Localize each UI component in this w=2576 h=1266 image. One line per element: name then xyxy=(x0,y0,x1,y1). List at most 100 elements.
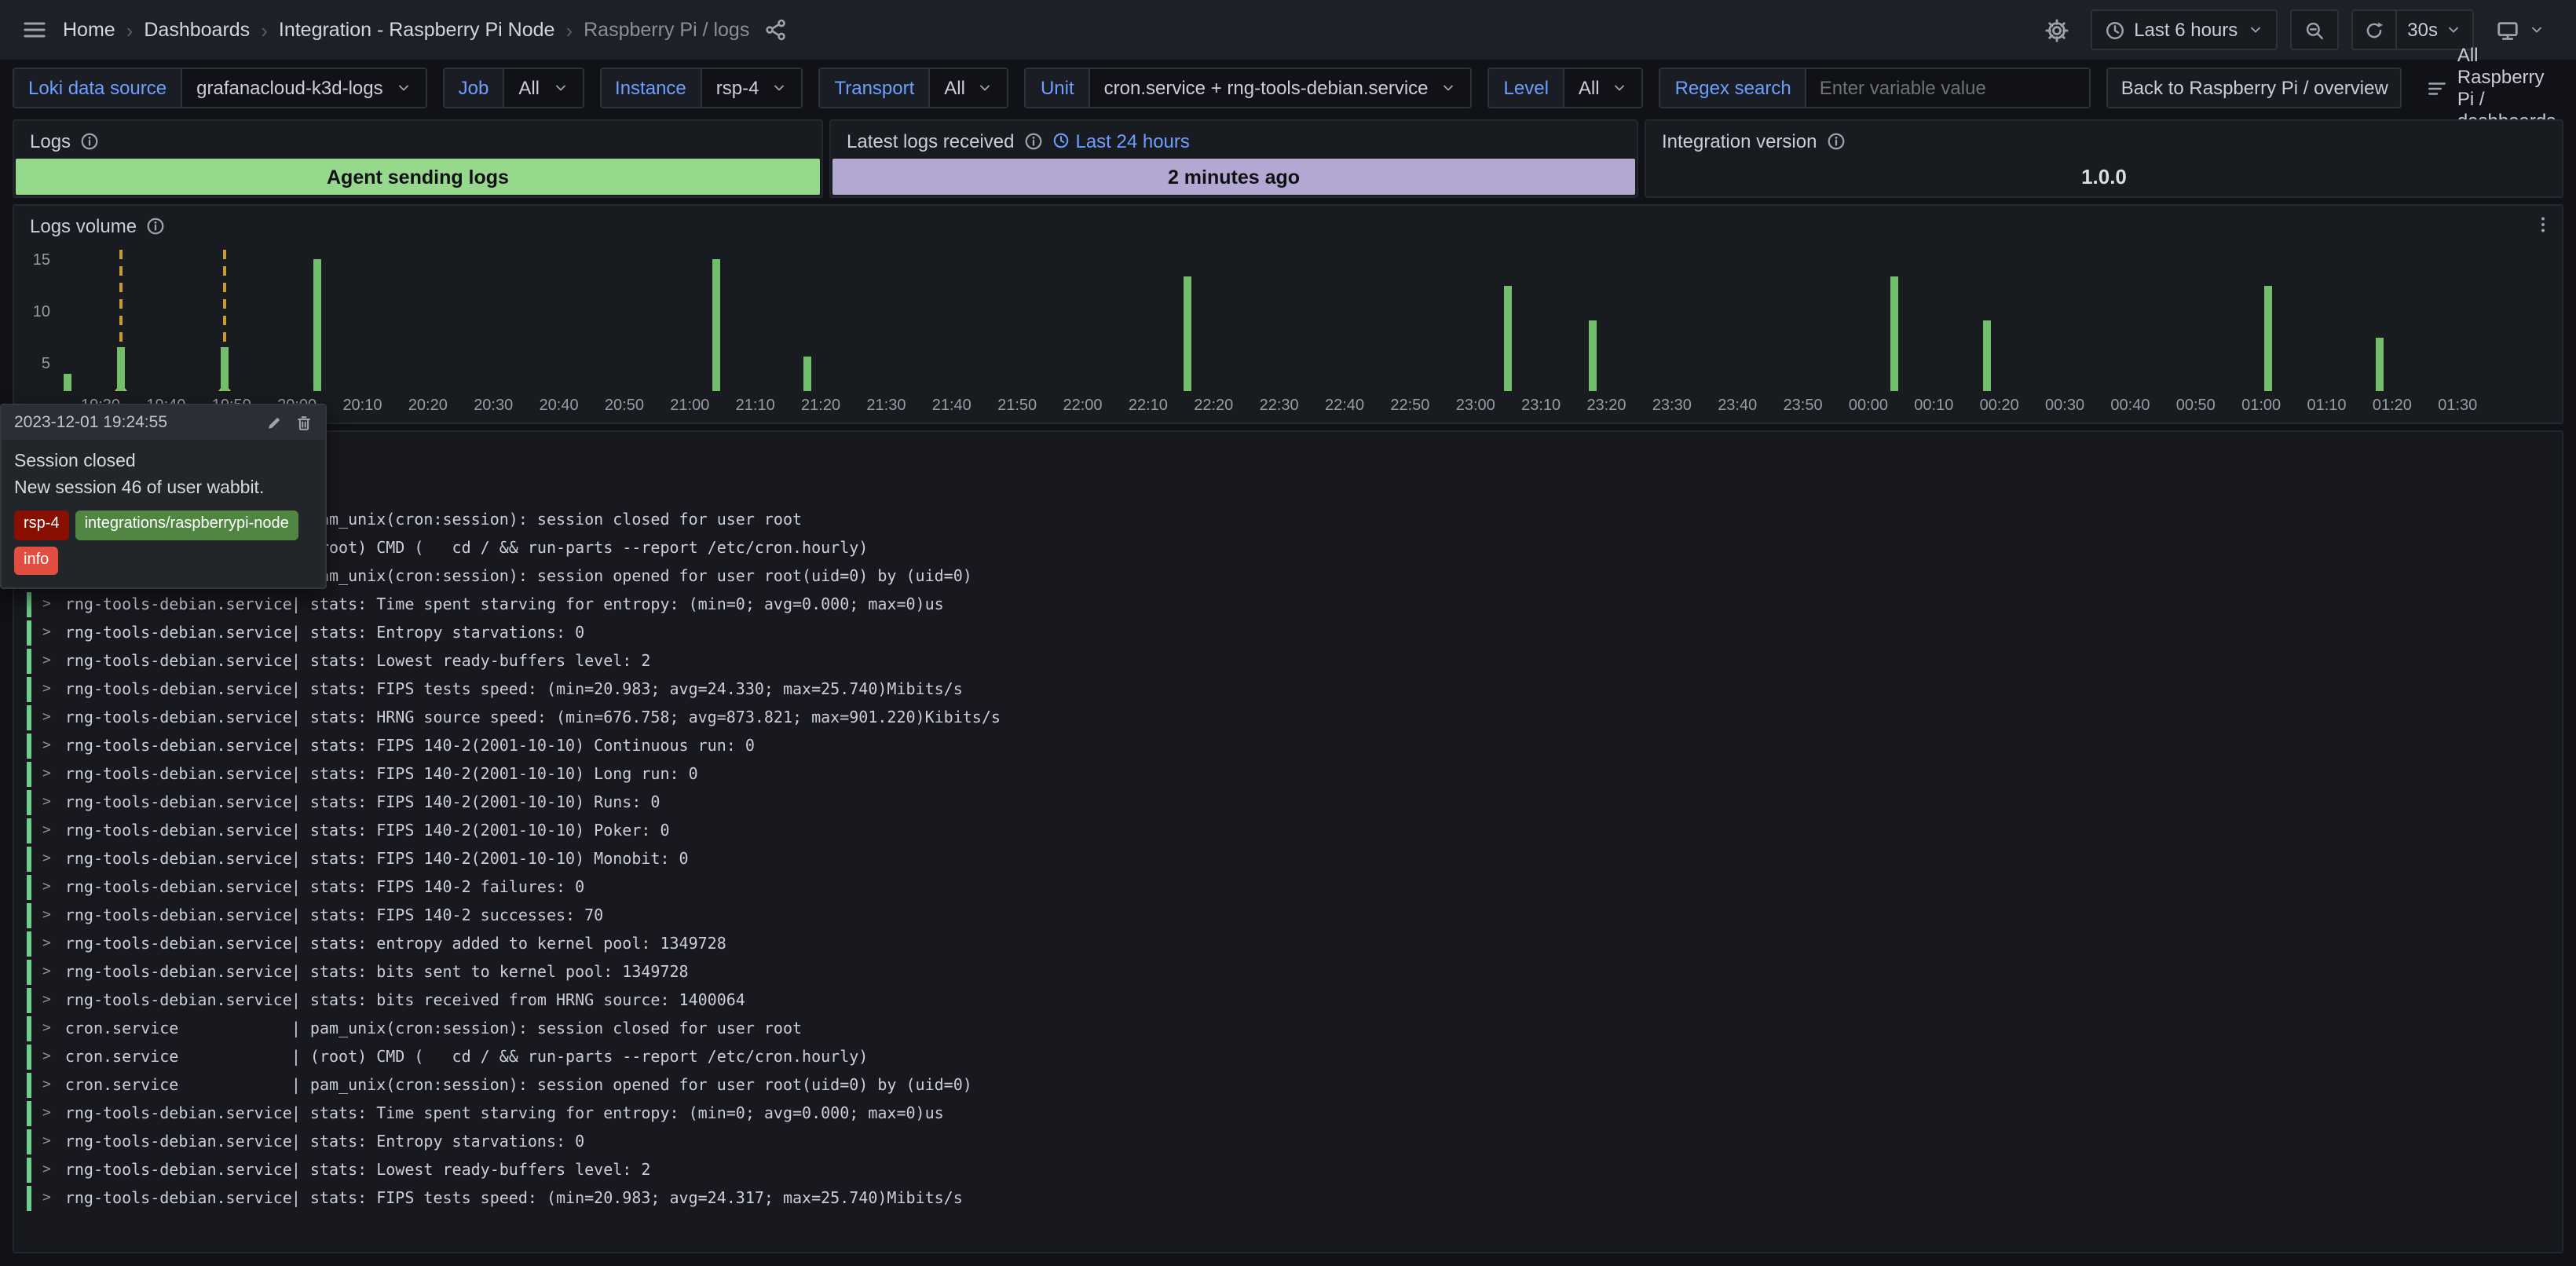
zoom-out-button[interactable] xyxy=(2289,9,2338,50)
log-row[interactable]: >rng-tools-debian.service| stats: FIPS t… xyxy=(27,1186,2549,1211)
variable-value-dropdown[interactable]: rsp-4 xyxy=(701,68,803,108)
expand-log-icon[interactable]: > xyxy=(42,597,51,613)
log-row[interactable]: >rng-tools-debian.service| stats: Time s… xyxy=(27,592,2549,617)
breadcrumb-item[interactable]: Raspberry Pi / logs xyxy=(584,19,749,41)
expand-log-icon[interactable]: > xyxy=(42,653,51,669)
log-volume-bar[interactable] xyxy=(1504,285,1512,391)
logs-volume-plot[interactable] xyxy=(61,250,2549,391)
log-volume-bar[interactable] xyxy=(1982,320,1990,391)
variable-value-dropdown[interactable]: grafanacloud-k3d-logs xyxy=(181,68,427,108)
log-row[interactable]: >rng-tools-debian.service| stats: FIPS 1… xyxy=(27,875,2549,900)
log-volume-bar[interactable] xyxy=(2264,285,2272,391)
log-volume-bar[interactable] xyxy=(712,258,720,391)
breadcrumb-item[interactable]: Dashboards xyxy=(144,19,250,41)
x-tick-label: 21:40 xyxy=(932,397,971,415)
log-volume-bar[interactable] xyxy=(1184,276,1191,391)
log-volume-bar[interactable] xyxy=(803,356,811,391)
panel-menu-icon[interactable] xyxy=(2534,214,2552,236)
expand-log-icon[interactable]: > xyxy=(42,1191,51,1206)
x-tick-label: 20:50 xyxy=(605,397,644,415)
log-volume-bar[interactable] xyxy=(1890,276,1898,391)
info-icon[interactable] xyxy=(1023,131,1042,150)
breadcrumb-item[interactable]: Integration - Raspberry Pi Node xyxy=(279,19,555,41)
log-row[interactable]: >rng-tools-debian.service| stats: Entrop… xyxy=(27,620,2549,646)
variable-value-dropdown[interactable]: All xyxy=(928,68,1009,108)
log-row[interactable]: >rng-tools-debian.service| stats: HRNG s… xyxy=(27,705,2549,730)
log-volume-bar[interactable] xyxy=(116,347,124,391)
time-range-picker[interactable]: Last 6 hours xyxy=(2090,9,2277,50)
expand-log-icon[interactable]: > xyxy=(42,625,51,641)
x-tick-label: 20:20 xyxy=(408,397,448,415)
x-tick-label: 00:00 xyxy=(1849,397,1888,415)
expand-log-icon[interactable]: > xyxy=(42,1162,51,1178)
expand-log-icon[interactable]: > xyxy=(42,767,51,782)
log-row[interactable]: >rng-tools-debian.service| stats: Lowest… xyxy=(27,1158,2549,1183)
expand-log-icon[interactable]: > xyxy=(42,1049,51,1065)
log-row[interactable]: >rng-tools-debian.service| stats: bits s… xyxy=(27,960,2549,985)
log-volume-bar[interactable] xyxy=(313,258,320,391)
annotation-tag[interactable]: info xyxy=(14,547,58,576)
variable-label: Level xyxy=(1488,68,1563,108)
log-row[interactable]: >rng-tools-debian.service| stats: FIPS 1… xyxy=(27,903,2549,928)
log-row[interactable]: >rng-tools-debian.service| stats: Time s… xyxy=(27,1101,2549,1126)
log-row[interactable]: >rng-tools-debian.service| stats: FIPS 1… xyxy=(27,762,2549,787)
status-value: 2 minutes ago xyxy=(832,159,1635,195)
back-to-overview-button[interactable]: Back to Raspberry Pi / overview xyxy=(2107,68,2402,108)
expand-log-icon[interactable]: > xyxy=(42,1106,51,1121)
variable-value-dropdown[interactable]: cron.service + rng-tools-debian.service xyxy=(1089,68,1473,108)
info-icon[interactable] xyxy=(80,131,99,150)
expand-log-icon[interactable]: > xyxy=(42,823,51,839)
refresh-icon[interactable] xyxy=(2352,11,2395,49)
log-volume-bar[interactable] xyxy=(221,347,229,391)
log-row[interactable]: >rng-tools-debian.service| stats: FIPS 1… xyxy=(27,847,2549,872)
log-row[interactable]: >rng-tools-debian.service| stats: FIPS t… xyxy=(27,677,2549,702)
expand-log-icon[interactable]: > xyxy=(42,908,51,924)
regex-search-input[interactable] xyxy=(1806,68,2091,108)
expand-log-icon[interactable]: > xyxy=(42,880,51,895)
log-row[interactable]: >rng-tools-debian.service| stats: FIPS 1… xyxy=(27,818,2549,843)
log-volume-bar[interactable] xyxy=(2375,338,2383,392)
variable-value-dropdown[interactable]: All xyxy=(1563,68,1644,108)
breadcrumb-item[interactable]: Home xyxy=(63,19,115,41)
expand-log-icon[interactable]: > xyxy=(42,1078,51,1093)
log-volume-bar[interactable] xyxy=(1590,320,1597,391)
log-row[interactable]: >rng-tools-debian.service| stats: Entrop… xyxy=(27,1129,2549,1154)
log-row[interactable]: >rng-tools-debian.service| stats: FIPS 1… xyxy=(27,734,2549,759)
all-dashboards-button[interactable]: All Raspberry Pi / dashboards xyxy=(2418,68,2565,108)
log-row[interactable]: >rng-tools-debian.service| stats: bits r… xyxy=(27,988,2549,1013)
log-row[interactable]: >cron.service| (root) CMD ( cd / && run-… xyxy=(27,536,2549,561)
menu-icon[interactable] xyxy=(22,17,47,42)
expand-log-icon[interactable]: > xyxy=(42,795,51,810)
edit-annotation-icon[interactable] xyxy=(265,414,283,431)
annotation-tag[interactable]: rsp-4 xyxy=(14,511,69,540)
log-row[interactable]: >rng-tools-debian.service| stats: FIPS 1… xyxy=(27,790,2549,815)
expand-log-icon[interactable]: > xyxy=(42,710,51,726)
expand-log-icon[interactable]: > xyxy=(42,682,51,697)
info-icon[interactable] xyxy=(1826,131,1845,150)
expand-log-icon[interactable]: > xyxy=(42,936,51,952)
expand-log-icon[interactable]: > xyxy=(42,964,51,980)
variable-value-dropdown[interactable]: All xyxy=(503,68,584,108)
annotation-tag[interactable]: integrations/raspberrypi-node xyxy=(75,511,298,540)
share-icon[interactable] xyxy=(765,19,787,41)
log-row[interactable]: >cron.service| pam_unix(cron:session): s… xyxy=(27,1073,2549,1098)
expand-log-icon[interactable]: > xyxy=(42,993,51,1008)
expand-log-icon[interactable]: > xyxy=(42,1021,51,1037)
time-range-link[interactable]: Last 24 hours xyxy=(1052,130,1189,152)
log-row[interactable]: >rng-tools-debian.service| stats: entrop… xyxy=(27,931,2549,957)
log-volume-bar[interactable] xyxy=(64,374,71,392)
variable-value: All xyxy=(518,77,540,99)
log-row[interactable]: >cron.service| pam_unix(cron:session): s… xyxy=(27,564,2549,589)
variable-label: Job xyxy=(443,68,503,108)
gear-icon[interactable] xyxy=(2035,9,2077,50)
refresh-interval-dropdown[interactable]: 30s xyxy=(2395,11,2472,49)
info-icon[interactable] xyxy=(146,216,165,235)
log-row[interactable]: >cron.service| pam_unix(cron:session): s… xyxy=(27,507,2549,532)
expand-log-icon[interactable]: > xyxy=(42,1134,51,1150)
log-row[interactable]: >cron.service| pam_unix(cron:session): s… xyxy=(27,1016,2549,1041)
delete-annotation-icon[interactable] xyxy=(295,414,313,431)
log-row[interactable]: >cron.service| (root) CMD ( cd / && run-… xyxy=(27,1045,2549,1070)
log-row[interactable]: >rng-tools-debian.service| stats: Lowest… xyxy=(27,649,2549,674)
expand-log-icon[interactable]: > xyxy=(42,851,51,867)
expand-log-icon[interactable]: > xyxy=(42,738,51,754)
